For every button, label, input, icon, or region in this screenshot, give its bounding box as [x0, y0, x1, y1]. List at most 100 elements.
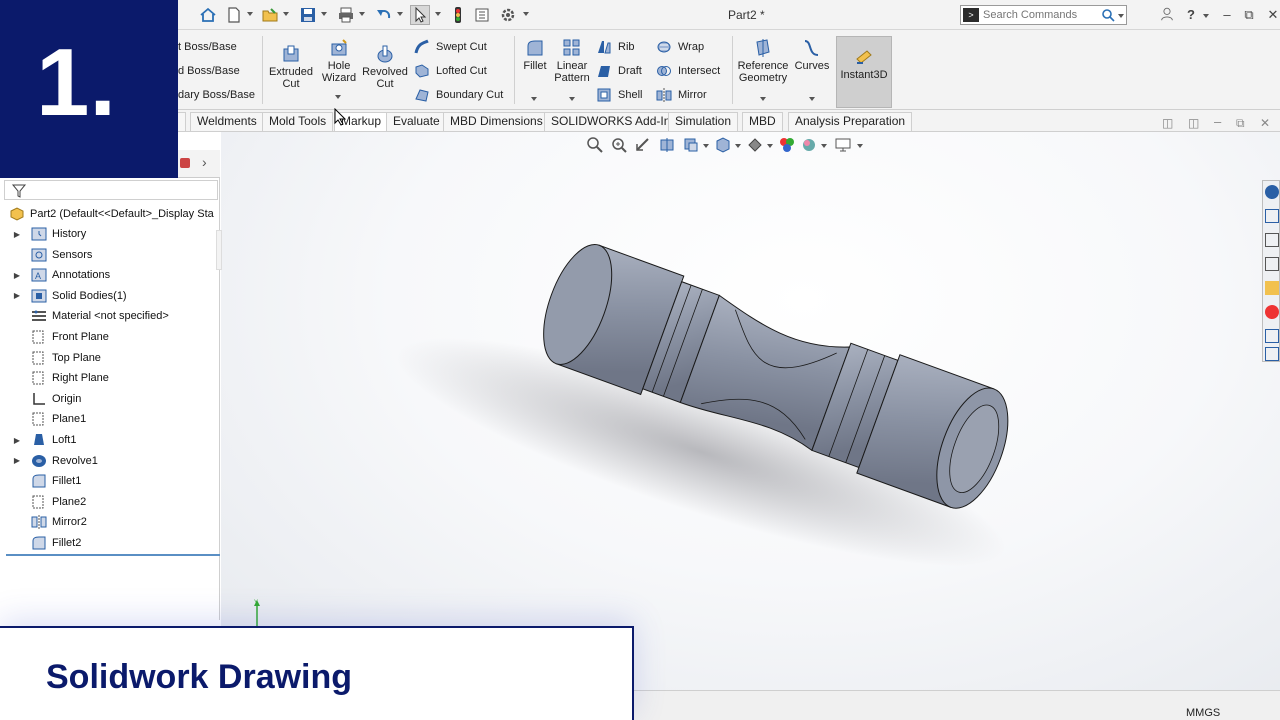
expand-arrow-icon[interactable]: ▶: [12, 230, 22, 239]
search-icon[interactable]: [1101, 8, 1115, 22]
tab-simulation[interactable]: Simulation: [668, 112, 739, 131]
chevron-right-icon[interactable]: ›: [202, 154, 207, 170]
chevron-down-icon[interactable]: [1202, 12, 1210, 20]
boss-base-item[interactable]: t Boss/Base: [178, 38, 237, 56]
solidworks-resources-icon[interactable]: [1265, 185, 1279, 199]
tree-item-top-plane[interactable]: Top Plane: [4, 348, 220, 368]
tab-solidworks-add-ins[interactable]: SOLIDWORKS Add-Ins: [544, 112, 684, 131]
tree-item-loft1[interactable]: ▶ Loft1: [4, 430, 220, 450]
custom-properties-icon[interactable]: [1265, 329, 1279, 343]
tree-item-material-not-specified[interactable]: Material <not specified>: [4, 306, 220, 326]
undo-icon[interactable]: [374, 5, 394, 25]
new-document-icon[interactable]: [224, 5, 244, 25]
chevron-down-icon[interactable]: [808, 96, 816, 102]
tab-mbd-dimensions[interactable]: MBD Dimensions: [443, 112, 550, 131]
3d-part-model[interactable]: [221, 132, 1280, 690]
linear-pattern-button[interactable]: Linear Pattern: [552, 38, 592, 84]
restore-view-icon[interactable]: ⧉: [1236, 116, 1245, 131]
chevron-down-icon[interactable]: [396, 10, 404, 18]
chevron-down-icon[interactable]: [334, 94, 342, 100]
display-manager-icon[interactable]: [180, 158, 190, 168]
mirror-button[interactable]: Mirror: [656, 86, 707, 104]
tree-item-front-plane[interactable]: Front Plane: [4, 327, 220, 347]
revolved-cut-button[interactable]: Revolved Cut: [362, 44, 408, 90]
select-pointer-icon[interactable]: [410, 5, 430, 25]
tree-item-mirror2[interactable]: Mirror2: [4, 512, 220, 532]
intersect-button[interactable]: Intersect: [656, 62, 720, 80]
wrap-button[interactable]: Wrap: [656, 38, 704, 56]
tree-item-solid-bodies-1[interactable]: ▶ Solid Bodies(1): [4, 286, 220, 306]
draft-button[interactable]: Draft: [596, 62, 642, 80]
chevron-down-icon[interactable]: [282, 10, 290, 18]
tile-right-icon[interactable]: ◫: [1188, 116, 1199, 130]
expand-arrow-icon[interactable]: ▶: [12, 456, 22, 465]
boss-base-item[interactable]: dary Boss/Base: [178, 86, 255, 104]
chevron-down-icon[interactable]: [522, 10, 530, 18]
curves-button[interactable]: Curves: [792, 38, 832, 72]
forum-icon[interactable]: [1265, 347, 1279, 361]
boundary-cut-button[interactable]: Boundary Cut: [414, 86, 503, 104]
minimize-icon[interactable]: –: [1218, 6, 1236, 24]
tree-item-annotations[interactable]: ▶ A Annotations: [4, 265, 220, 285]
tree-item-plane1[interactable]: Plane1: [4, 409, 220, 429]
minimize-view-icon[interactable]: –: [1214, 114, 1221, 129]
close-view-icon[interactable]: ✕: [1260, 116, 1270, 130]
design-library-icon[interactable]: [1265, 233, 1279, 247]
instant3d-button[interactable]: Instant3D: [836, 36, 892, 108]
view-palette-icon[interactable]: [1265, 281, 1279, 295]
expand-arrow-icon[interactable]: ▶: [12, 436, 22, 445]
home-icon[interactable]: [1265, 209, 1279, 223]
hole-wizard-button[interactable]: Hole Wizard: [316, 38, 362, 84]
restore-icon[interactable]: ⧉: [1240, 6, 1258, 24]
lofted-cut-button[interactable]: Lofted Cut: [414, 62, 487, 80]
tree-item-history[interactable]: ▶ History: [4, 224, 220, 244]
file-properties-icon[interactable]: [472, 5, 492, 25]
chevron-down-icon[interactable]: [434, 10, 442, 18]
chevron-down-icon[interactable]: [1117, 12, 1125, 20]
extruded-cut-button[interactable]: Extruded Cut: [268, 44, 314, 90]
rib-button[interactable]: Rib: [596, 38, 635, 56]
search-input[interactable]: [983, 8, 1098, 22]
save-icon[interactable]: [298, 5, 318, 25]
panel-resize-handle[interactable]: [216, 230, 222, 270]
tile-left-icon[interactable]: ◫: [1162, 116, 1173, 130]
units-indicator[interactable]: MMGS: [1186, 707, 1220, 719]
user-icon[interactable]: [1158, 6, 1176, 24]
tab-mbd[interactable]: MBD: [742, 112, 783, 131]
chevron-down-icon[interactable]: [759, 96, 767, 102]
shell-button[interactable]: Shell: [596, 86, 642, 104]
tree-root-part[interactable]: Part2 (Default<<Default>_Display Sta: [4, 204, 220, 224]
chevron-down-icon[interactable]: [530, 96, 538, 102]
chevron-down-icon[interactable]: [320, 10, 328, 18]
chevron-down-icon[interactable]: [246, 10, 254, 18]
tree-item-origin[interactable]: Origin: [4, 389, 220, 409]
tab-analysis-preparation[interactable]: Analysis Preparation: [788, 112, 913, 131]
swept-cut-button[interactable]: Swept Cut: [414, 38, 487, 56]
open-folder-icon[interactable]: [260, 5, 280, 25]
tree-item-revolve1[interactable]: ▶ Revolve1: [4, 451, 220, 471]
appearances-icon[interactable]: [1265, 305, 1279, 319]
tab-evaluate[interactable]: Evaluate: [386, 112, 447, 131]
tree-item-plane2[interactable]: Plane2: [4, 492, 220, 512]
chevron-down-icon[interactable]: [568, 96, 576, 102]
print-icon[interactable]: [336, 5, 356, 25]
help-icon[interactable]: ?: [1182, 6, 1200, 24]
tree-item-sensors[interactable]: Sensors: [4, 245, 220, 265]
tree-filter[interactable]: [4, 180, 218, 200]
file-explorer-icon[interactable]: [1265, 257, 1279, 271]
expand-arrow-icon[interactable]: ▶: [12, 291, 22, 300]
tree-item-fillet2[interactable]: Fillet2: [4, 533, 220, 553]
tree-item-right-plane[interactable]: Right Plane: [4, 368, 220, 388]
rollback-bar[interactable]: [6, 554, 220, 556]
reference-geometry-button[interactable]: Reference Geometry: [736, 38, 790, 84]
chevron-down-icon[interactable]: [358, 10, 366, 18]
search-commands-box[interactable]: >: [960, 5, 1127, 25]
tab-weldments[interactable]: Weldments: [190, 112, 264, 131]
gear-icon[interactable]: [498, 5, 518, 25]
fillet-button[interactable]: Fillet: [518, 38, 552, 72]
boss-base-item[interactable]: d Boss/Base: [178, 62, 240, 80]
home-icon[interactable]: [198, 5, 218, 25]
close-icon[interactable]: ✕: [1264, 6, 1280, 24]
expand-arrow-icon[interactable]: ▶: [12, 271, 22, 280]
tree-item-fillet1[interactable]: Fillet1: [4, 471, 220, 491]
